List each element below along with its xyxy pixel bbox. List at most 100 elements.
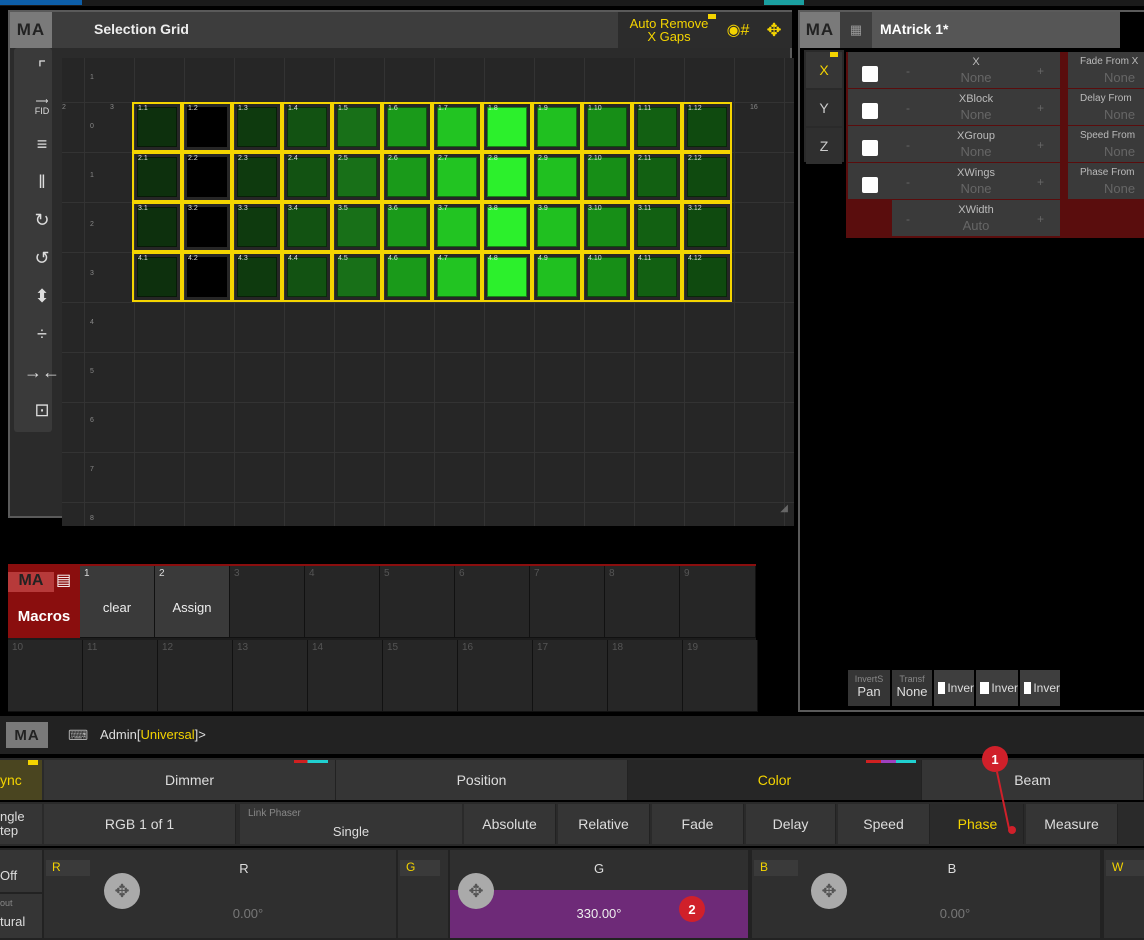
grid-cell[interactable]: 4.5 xyxy=(332,252,382,302)
grid-cell[interactable]: 2.9 xyxy=(532,152,582,202)
macros-header[interactable]: MA ▤ Macros xyxy=(8,566,80,638)
grid-cell[interactable]: 1.6 xyxy=(382,102,432,152)
mirror-h-icon[interactable]: ÷ xyxy=(24,316,60,352)
grid-cell[interactable]: 3.10 xyxy=(582,202,632,252)
align-columns-icon[interactable]: ‖ xyxy=(24,164,60,200)
macro-slot[interactable]: 16 xyxy=(458,640,533,712)
grid-cell[interactable]: 3.2 xyxy=(182,202,232,252)
macro-slot[interactable]: 8 xyxy=(605,566,680,638)
grid-cell[interactable]: 3.12 xyxy=(682,202,732,252)
collapse-icon[interactable]: →← xyxy=(24,354,60,390)
encoder-b-knob[interactable]: ✥ xyxy=(811,873,847,909)
grid-cell[interactable]: 1.3 xyxy=(232,102,282,152)
plus-button[interactable]: + xyxy=(1037,175,1044,189)
grid-cell[interactable]: 4.10 xyxy=(582,252,632,302)
grid-cell[interactable]: 1.2 xyxy=(182,102,232,152)
image-icon[interactable] xyxy=(862,103,878,119)
auto-remove-gaps-button[interactable]: Auto Remove X Gaps xyxy=(618,12,720,48)
macro-slot[interactable]: 1 clear xyxy=(80,566,155,638)
grid-cell[interactable]: 4.2 xyxy=(182,252,232,302)
natural-button[interactable]: out tural xyxy=(0,894,42,938)
grid-cell[interactable]: 4.11 xyxy=(632,252,682,302)
macro-slot[interactable]: 18 xyxy=(608,640,683,712)
link-phaser-button[interactable]: Link Phaser Single xyxy=(240,804,462,844)
grid-cell[interactable]: 3.6 xyxy=(382,202,432,252)
grid-cell[interactable]: 3.7 xyxy=(432,202,482,252)
mode-button-fade[interactable]: Fade xyxy=(652,804,744,844)
macro-slot[interactable]: 3 xyxy=(230,566,305,638)
macro-slot[interactable]: 10 xyxy=(8,640,83,712)
grid-cell[interactable]: 1.5 xyxy=(332,102,382,152)
macro-slot[interactable]: 2 Assign xyxy=(155,566,230,638)
axis-z-button[interactable]: Z xyxy=(806,128,842,164)
macro-slot[interactable]: 6 xyxy=(455,566,530,638)
minus-button[interactable]: - xyxy=(906,138,910,152)
macro-slot[interactable]: 17 xyxy=(533,640,608,712)
image-icon[interactable] xyxy=(862,177,878,193)
axis-x-button[interactable]: X xyxy=(806,52,842,88)
grid-cell[interactable]: 4.12 xyxy=(682,252,732,302)
single-step-button[interactable]: ngle tep xyxy=(0,804,42,844)
grid-cell[interactable]: 2.2 xyxy=(182,152,232,202)
mode-button-measure[interactable]: Measure xyxy=(1026,804,1118,844)
minus-button[interactable]: - xyxy=(906,175,910,189)
grid-cell[interactable]: 2.1 xyxy=(132,152,182,202)
tab-beam[interactable]: Beam xyxy=(922,760,1144,800)
grid-cell[interactable]: 1.7 xyxy=(432,102,482,152)
grid-cell[interactable]: 2.6 xyxy=(382,152,432,202)
mode-button-speed[interactable]: Speed xyxy=(838,804,930,844)
macro-slot[interactable]: 7 xyxy=(530,566,605,638)
mirror-v-icon[interactable]: ⬍ xyxy=(24,278,60,314)
grid-cell[interactable]: 3.3 xyxy=(232,202,282,252)
grid-cell[interactable]: 4.1 xyxy=(132,252,182,302)
move-button[interactable]: ✥ xyxy=(756,12,792,48)
grid-cell[interactable]: 1.12 xyxy=(682,102,732,152)
invert-pan-button[interactable]: InvertS Pan xyxy=(848,670,890,706)
grid-cell[interactable]: 1.10 xyxy=(582,102,632,152)
grid-cell[interactable]: 3.1 xyxy=(132,202,182,252)
grid-cell[interactable]: 4.6 xyxy=(382,252,432,302)
grid-cell[interactable]: 4.7 xyxy=(432,252,482,302)
grid-cell[interactable]: 1.11 xyxy=(632,102,682,152)
grid-cell[interactable]: 2.7 xyxy=(432,152,482,202)
plus-button[interactable]: + xyxy=(1037,101,1044,115)
grid-cell[interactable]: 2.11 xyxy=(632,152,682,202)
align-lines-icon[interactable]: ≡ xyxy=(24,126,60,162)
grid-cell[interactable]: 1.1 xyxy=(132,102,182,152)
encoder-r-knob[interactable]: ✥ xyxy=(104,873,140,909)
grid-cell[interactable]: 3.9 xyxy=(532,202,582,252)
mode-button-relative[interactable]: Relative xyxy=(558,804,650,844)
transform-button[interactable]: Transf None xyxy=(892,670,932,706)
rgb-selector-button[interactable]: RGB 1 of 1 xyxy=(44,804,236,844)
inver-button-3[interactable]: Inver xyxy=(1020,670,1060,706)
grid-cell[interactable]: 4.9 xyxy=(532,252,582,302)
sync-button[interactable]: ync xyxy=(0,760,42,800)
macro-slot[interactable]: 4 xyxy=(305,566,380,638)
macro-slot[interactable]: 14 xyxy=(308,640,383,712)
macro-slot[interactable]: 9 xyxy=(680,566,756,638)
image-icon[interactable] xyxy=(862,140,878,156)
encoder-g-knob[interactable]: ✥ xyxy=(458,873,494,909)
plus-button[interactable]: + xyxy=(1037,138,1044,152)
macro-slot[interactable]: 12 xyxy=(158,640,233,712)
tab-position[interactable]: Position xyxy=(336,760,628,800)
select-icon[interactable]: ⌜ xyxy=(24,50,60,86)
keyboard-icon[interactable]: ⌨ xyxy=(68,727,88,744)
command-line-input[interactable]: Admin[Universal]> xyxy=(100,727,206,742)
grid-cell[interactable]: 3.4 xyxy=(282,202,332,252)
macro-slot[interactable]: 5 xyxy=(380,566,455,638)
grid-cell[interactable]: 3.5 xyxy=(332,202,382,252)
minus-button[interactable]: - xyxy=(906,101,910,115)
grid-cell[interactable]: 2.10 xyxy=(582,152,632,202)
macro-slot[interactable]: 11 xyxy=(83,640,158,712)
grid-cell[interactable]: 1.9 xyxy=(532,102,582,152)
mode-button-absolute[interactable]: Absolute xyxy=(464,804,556,844)
grid-cell[interactable]: 2.4 xyxy=(282,152,332,202)
macro-slot[interactable]: 19 xyxy=(683,640,758,712)
grid-visibility-button[interactable]: ◉# xyxy=(720,12,756,48)
grid-cell[interactable]: 2.5 xyxy=(332,152,382,202)
macro-slot[interactable]: 13 xyxy=(233,640,308,712)
off-button[interactable]: Off xyxy=(0,850,42,892)
minus-button[interactable]: - xyxy=(906,212,910,226)
inver-button-2[interactable]: Inver xyxy=(976,670,1018,706)
